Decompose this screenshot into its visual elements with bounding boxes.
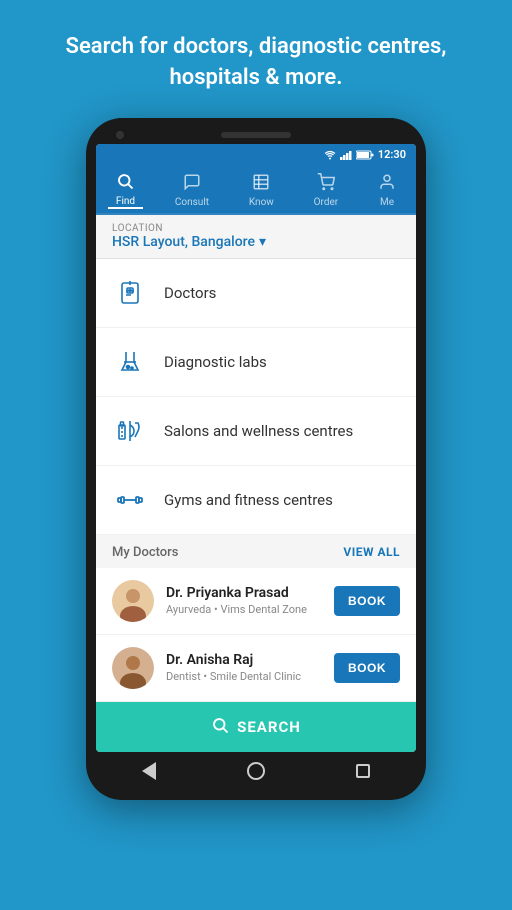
doctor-info-1: Dr. Priyanka Prasad Ayurveda • Vims Dent… (166, 585, 322, 616)
doctor-specialty-1: Ayurveda • Vims Dental Zone (166, 603, 322, 616)
doctor-name-2: Dr. Anisha Raj (166, 652, 322, 668)
gyms-icon (112, 482, 148, 518)
nav-label-me: Me (380, 197, 394, 208)
status-time: 12:30 (378, 148, 406, 161)
menu-item-gyms[interactable]: Gyms and fitness centres (96, 466, 416, 535)
chevron-down-icon: ▾ (259, 234, 266, 250)
search-bar[interactable]: SEARCH (96, 702, 416, 752)
location-value[interactable]: HSR Layout, Bangalore ▾ (112, 234, 400, 250)
my-doctors-section: My Doctors VIEW ALL Dr. Priyanka Prasad … (96, 535, 416, 702)
status-icons: 12:30 (324, 148, 406, 161)
doctor-info-2: Dr. Anisha Raj Dentist • Smile Dental Cl… (166, 652, 322, 683)
menu-list: Doctors Diagnostic labs (96, 259, 416, 535)
phone-screen: 12:30 Find Consult (96, 144, 416, 752)
location-label: LOCATION (112, 223, 400, 234)
nav-item-order[interactable]: Order (306, 173, 347, 208)
know-icon (252, 173, 270, 195)
nav-item-know[interactable]: Know (241, 173, 282, 208)
search-icon (211, 716, 229, 738)
find-icon (116, 172, 134, 194)
book-button-1[interactable]: BOOK (334, 586, 400, 616)
doctor-specialty-2: Dentist • Smile Dental Clinic (166, 670, 322, 683)
search-label: SEARCH (237, 718, 301, 736)
nav-bar: Find Consult (96, 166, 416, 215)
signal-icon (340, 150, 352, 160)
menu-item-doctors[interactable]: Doctors (96, 259, 416, 328)
nav-label-order: Order (314, 197, 339, 208)
phone-device: 12:30 Find Consult (86, 118, 426, 800)
phone-speaker (221, 132, 291, 138)
nav-label-know: Know (249, 197, 274, 208)
status-bar: 12:30 (96, 144, 416, 166)
phone-camera (116, 131, 124, 139)
doctors-label: Doctors (164, 284, 216, 302)
home-button[interactable] (247, 762, 265, 780)
location-text: HSR Layout, Bangalore (112, 234, 255, 250)
book-button-2[interactable]: BOOK (334, 653, 400, 683)
nav-label-find: Find (116, 196, 135, 207)
nav-item-consult[interactable]: Consult (167, 173, 217, 208)
menu-item-diagnostic-labs[interactable]: Diagnostic labs (96, 328, 416, 397)
doctor-card-1: Dr. Priyanka Prasad Ayurveda • Vims Dent… (96, 568, 416, 635)
hero-text: Search for doctors, diagnostic centres, … (0, 0, 512, 118)
wifi-icon (324, 150, 336, 160)
nav-item-find[interactable]: Find (108, 172, 143, 209)
android-bottom-bar (96, 752, 416, 790)
back-button[interactable] (142, 762, 156, 780)
order-icon (317, 173, 335, 195)
doctors-icon (112, 275, 148, 311)
doctor-card-2: Dr. Anisha Raj Dentist • Smile Dental Cl… (96, 635, 416, 702)
location-bar[interactable]: LOCATION HSR Layout, Bangalore ▾ (96, 215, 416, 259)
nav-item-me[interactable]: Me (370, 173, 404, 208)
menu-item-salons[interactable]: Salons and wellness centres (96, 397, 416, 466)
diagnostic-labs-label: Diagnostic labs (164, 353, 267, 371)
nav-label-consult: Consult (175, 197, 209, 208)
phone-top-bar (96, 132, 416, 138)
salons-label: Salons and wellness centres (164, 422, 353, 440)
consult-icon (183, 173, 201, 195)
doctor-avatar-1 (112, 580, 154, 622)
me-icon (378, 173, 396, 195)
gyms-label: Gyms and fitness centres (164, 491, 333, 509)
view-all-button[interactable]: VIEW ALL (343, 545, 400, 559)
salons-icon (112, 413, 148, 449)
doctor-avatar-2 (112, 647, 154, 689)
doctor-name-1: Dr. Priyanka Prasad (166, 585, 322, 601)
my-doctors-header: My Doctors VIEW ALL (96, 535, 416, 568)
diagnostic-labs-icon (112, 344, 148, 380)
battery-icon (356, 150, 374, 160)
my-doctors-title: My Doctors (112, 545, 178, 560)
recents-button[interactable] (356, 764, 370, 778)
